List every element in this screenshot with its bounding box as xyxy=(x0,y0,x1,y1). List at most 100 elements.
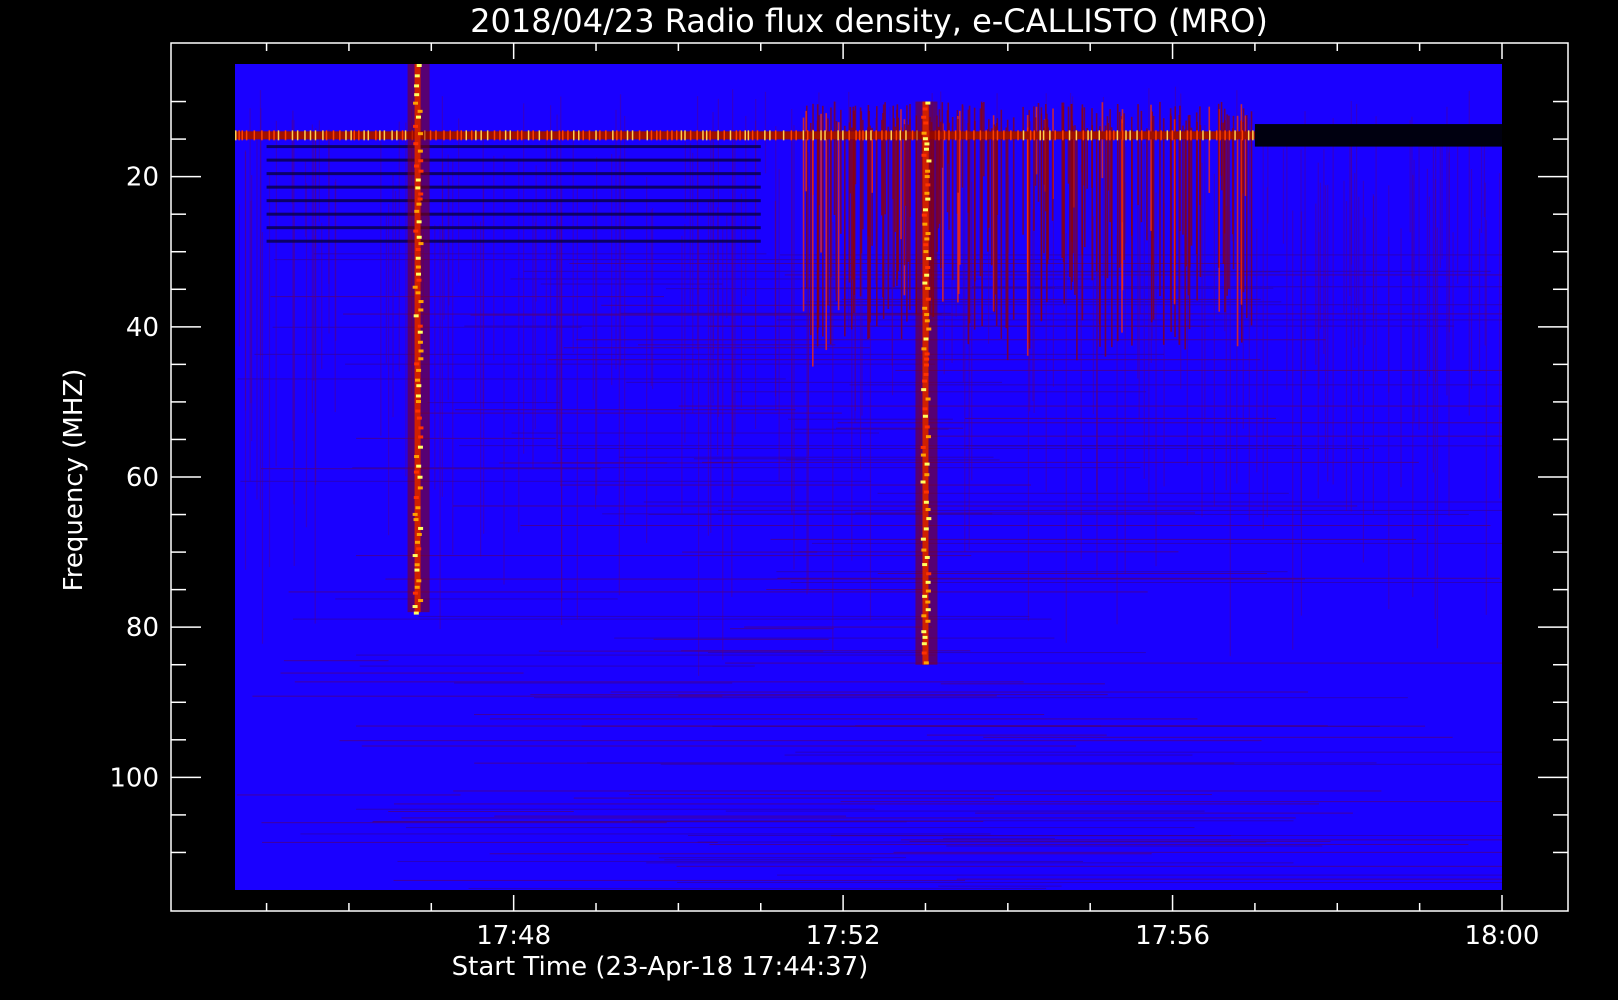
texture-streak xyxy=(692,152,694,413)
burst-cluster-streak xyxy=(1106,116,1109,279)
interference-speck xyxy=(582,130,584,141)
interference-speck xyxy=(1252,130,1254,141)
interference-speck xyxy=(626,130,629,141)
texture-streak xyxy=(1478,228,1481,373)
texture-streak xyxy=(1304,111,1306,380)
texture-line xyxy=(397,860,1083,862)
interference-speck xyxy=(1049,130,1051,141)
radio-burst-speck xyxy=(417,340,423,344)
interference-speck xyxy=(1109,130,1111,141)
radio-burst-speck xyxy=(922,563,928,567)
texture-streak xyxy=(791,138,793,515)
texture-streak xyxy=(385,215,387,364)
interference-speck xyxy=(1247,130,1250,141)
texture-streak xyxy=(439,224,441,630)
texture-line xyxy=(766,589,925,591)
interference-speck xyxy=(322,130,324,141)
interference-speck xyxy=(595,130,597,141)
texture-streak xyxy=(681,235,683,514)
burst-cluster-streak xyxy=(1006,119,1009,361)
texture-streak xyxy=(1498,173,1501,499)
interference-speck xyxy=(379,130,381,141)
interference-speck xyxy=(696,130,698,141)
texture-streak xyxy=(745,115,747,296)
x-tick-label: 17:56 xyxy=(1135,921,1210,951)
interference-speck xyxy=(729,130,732,141)
burst-cluster-streak xyxy=(822,105,824,337)
texture-streak xyxy=(1137,178,1139,379)
interference-speck xyxy=(1219,130,1221,141)
interference-speck xyxy=(795,130,797,141)
texture-streak xyxy=(1324,185,1327,462)
burst-cluster-streak xyxy=(1146,128,1148,241)
burst-cluster-streak xyxy=(1033,106,1035,231)
interference-speck xyxy=(253,130,256,141)
texture-line xyxy=(614,637,1055,639)
texture-streak xyxy=(556,200,558,462)
texture-line xyxy=(540,283,723,285)
interference-speck xyxy=(739,130,741,141)
texture-streak xyxy=(313,132,315,381)
texture-streak xyxy=(615,109,617,370)
radio-burst-speck xyxy=(416,235,422,239)
texture-line xyxy=(975,812,1353,814)
texture-streak xyxy=(1375,116,1377,372)
interference-speck xyxy=(532,130,534,141)
texture-line xyxy=(236,794,461,796)
dark-band xyxy=(1254,124,1502,147)
burst-cluster-streak xyxy=(825,113,828,351)
burst-cluster-streak xyxy=(1250,111,1253,326)
interference-speck xyxy=(959,130,961,141)
interference-speck xyxy=(744,130,746,141)
interference-speck xyxy=(702,130,704,141)
burst-cluster-streak xyxy=(833,101,836,215)
texture-streak xyxy=(710,137,712,533)
radio-burst-speck xyxy=(925,580,931,584)
burst-cluster-streak xyxy=(1000,109,1003,339)
burst-cluster-streak xyxy=(882,113,884,298)
radio-burst-speck xyxy=(925,197,931,201)
interference-speck xyxy=(1075,130,1078,141)
burst-cluster-streak xyxy=(987,129,989,252)
interference-speck xyxy=(747,130,750,141)
texture-line xyxy=(401,817,1296,819)
radio-burst-speck xyxy=(415,186,421,190)
texture-line xyxy=(929,435,1502,437)
burst-cluster-streak xyxy=(1150,104,1152,231)
texture-streak xyxy=(1350,137,1353,265)
radio-burst-speck xyxy=(414,93,420,97)
texture-line xyxy=(660,763,1502,765)
burst-cluster-streak xyxy=(1173,119,1176,305)
texture-line xyxy=(345,363,936,365)
interference-speck xyxy=(824,130,826,141)
interference-speck xyxy=(296,130,299,141)
interference-speck xyxy=(769,130,771,141)
rfi-dark-band xyxy=(266,239,761,243)
radio-burst-speck xyxy=(416,416,422,420)
interference-speck xyxy=(404,130,407,141)
interference-speck xyxy=(911,130,914,141)
interference-speck xyxy=(391,130,393,141)
burst-cluster-streak xyxy=(957,118,959,193)
texture-line xyxy=(470,314,972,316)
texture-line xyxy=(252,695,723,697)
texture-line xyxy=(610,691,1309,693)
burst-cluster-streak xyxy=(1012,117,1015,320)
radio-burst-speck xyxy=(923,250,929,254)
texture-line xyxy=(776,571,1288,573)
texture-line xyxy=(653,638,829,640)
burst-cluster-streak xyxy=(812,129,814,367)
texture-line xyxy=(946,845,1323,847)
interference-speck xyxy=(938,130,940,141)
texture-line xyxy=(855,512,1196,514)
texture-line xyxy=(900,839,1502,841)
radio-burst-speck xyxy=(413,496,419,500)
interference-speck xyxy=(1054,130,1056,141)
radio-burst-speck xyxy=(921,651,927,655)
texture-streak xyxy=(238,204,240,347)
interference-speck xyxy=(449,130,451,141)
radio-burst-speck xyxy=(418,242,424,246)
interference-speck xyxy=(646,130,649,141)
interference-speck xyxy=(480,130,482,141)
radio-burst-speck xyxy=(413,229,419,233)
